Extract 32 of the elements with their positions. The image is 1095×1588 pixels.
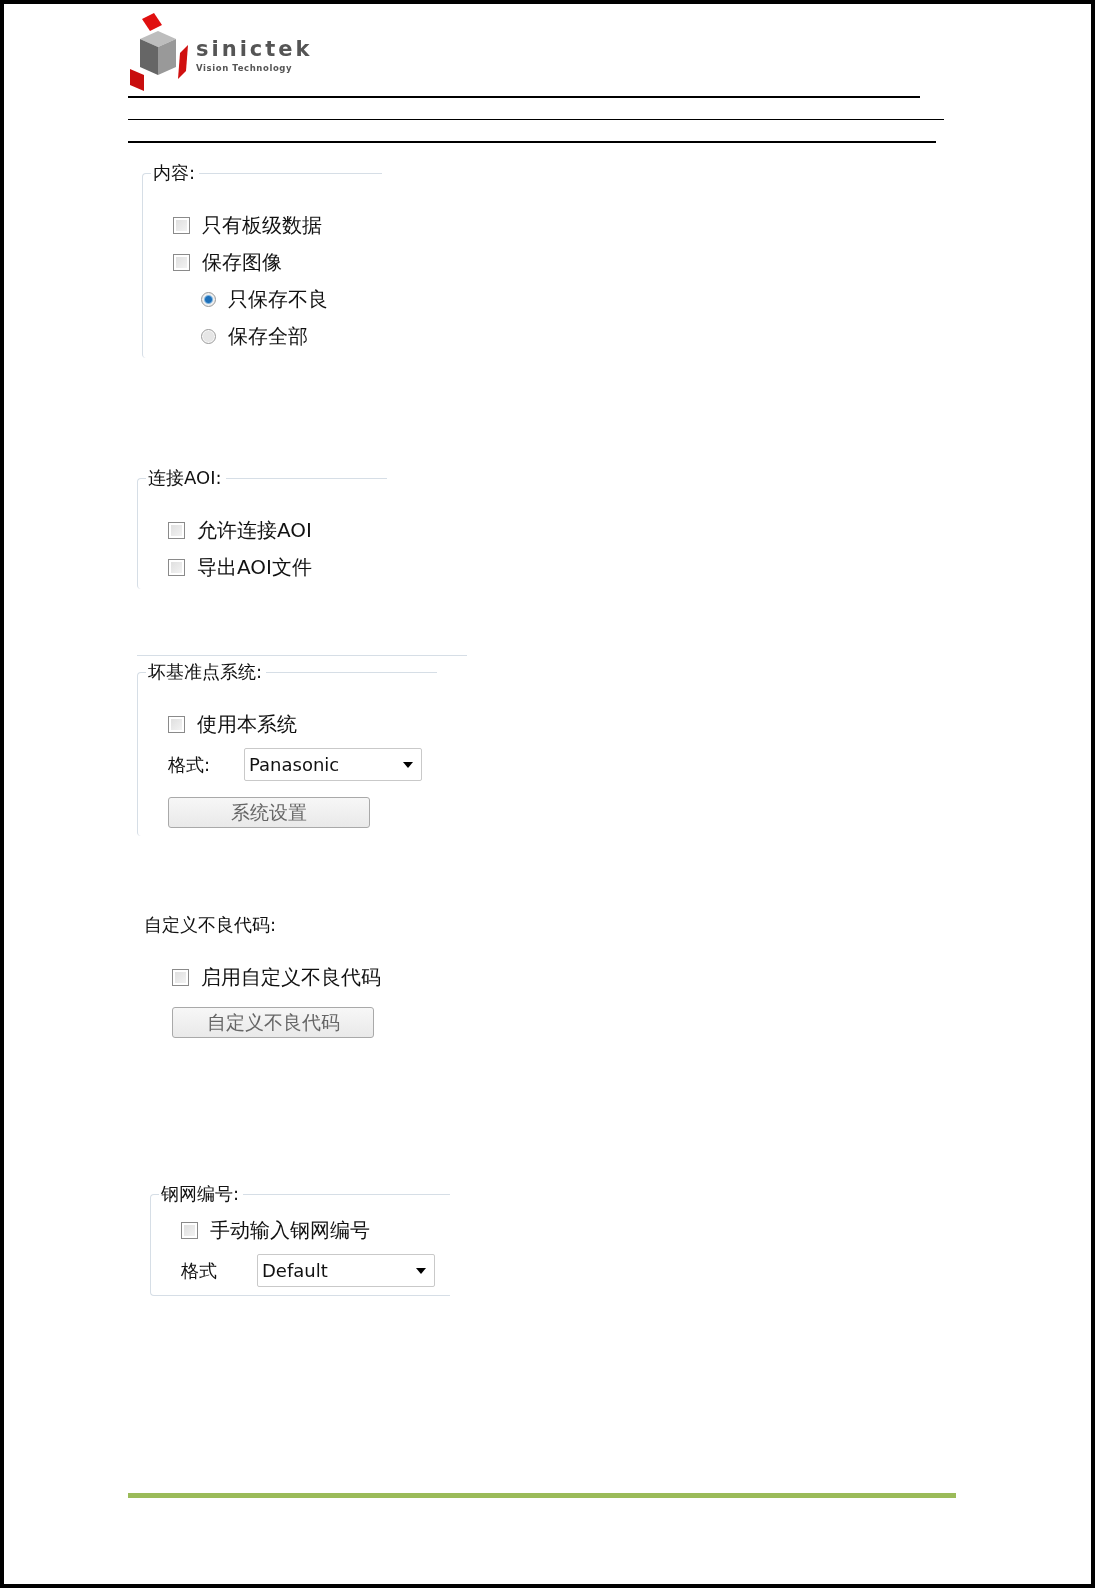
checkbox[interactable] xyxy=(173,254,190,271)
checkbox-label: 允许连接AOI xyxy=(197,517,312,544)
checkbox[interactable] xyxy=(168,559,185,576)
checkbox[interactable] xyxy=(181,1222,198,1239)
radio-label: 保存全部 xyxy=(228,323,308,350)
format-dropdown[interactable]: Default xyxy=(257,1254,435,1287)
checkbox-label: 使用本系统 xyxy=(197,711,297,738)
group-title: 内容: xyxy=(151,162,200,184)
checkbox-label: 保存图像 xyxy=(202,249,282,276)
checkbox-label: 手动输入钢网编号 xyxy=(210,1217,370,1244)
group-title: 钢网编号: xyxy=(159,1183,244,1205)
format-dropdown[interactable]: Panasonic xyxy=(244,748,422,781)
checkbox-label: 只有板级数据 xyxy=(202,212,322,239)
format-label: 格式 xyxy=(181,1258,218,1283)
radio-button[interactable] xyxy=(201,329,216,344)
checkbox[interactable] xyxy=(168,522,185,539)
radio-label: 只保存不良 xyxy=(228,286,328,313)
caret-icon xyxy=(403,761,413,768)
settings-button[interactable]: 系统设置 xyxy=(168,797,370,828)
checkbox[interactable] xyxy=(168,716,185,733)
checkbox-label: 导出AOI文件 xyxy=(197,554,312,581)
checkbox[interactable] xyxy=(173,217,190,234)
checkbox[interactable] xyxy=(172,969,189,986)
radio-button[interactable] xyxy=(201,292,216,307)
brand-tagline: Vision Technology xyxy=(196,63,294,73)
group-title: 连接AOI: xyxy=(146,467,226,489)
group-title: 坏基准点系统: xyxy=(146,661,267,683)
format-label: 格式: xyxy=(168,752,212,777)
settings-button[interactable]: 自定义不良代码 xyxy=(172,1007,374,1038)
brand-name: sinictek xyxy=(196,39,313,60)
caret-icon xyxy=(416,1267,426,1274)
checkbox-label: 启用自定义不良代码 xyxy=(201,964,381,991)
